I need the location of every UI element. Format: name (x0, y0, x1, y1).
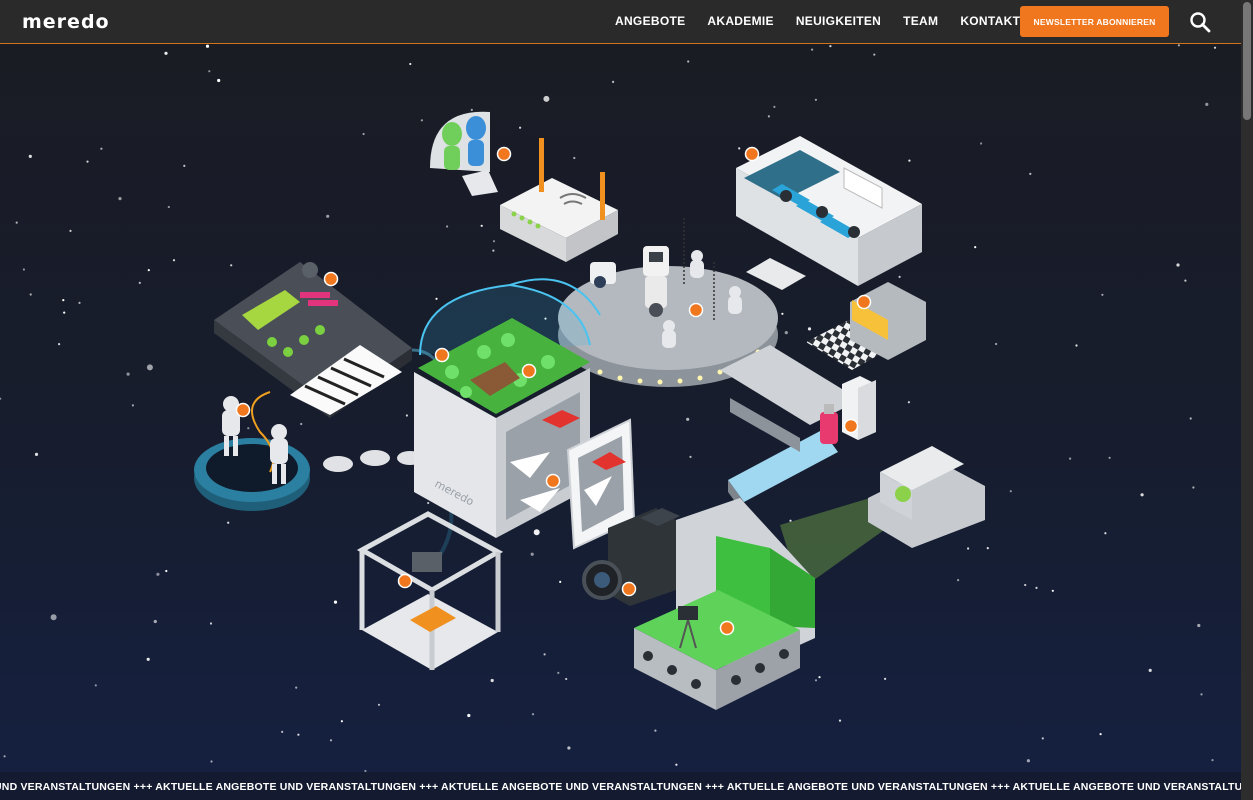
hotspot-alien-pod[interactable] (496, 146, 512, 162)
logo[interactable]: meredo (22, 11, 110, 33)
nav-angebote[interactable]: ANGEBOTE (615, 14, 685, 28)
hotspot-camera[interactable] (621, 581, 637, 597)
hotspot-greenhouse[interactable] (434, 347, 450, 363)
alien-pod (430, 111, 498, 196)
ticker-text: UND VERANSTALTUNGEN +++ AKTUELLE ANGEBOT… (0, 781, 1241, 793)
synthesizer (214, 262, 412, 418)
hotspot-synthesizer[interactable] (323, 271, 339, 287)
nav-kontakt[interactable]: KONTAKT (960, 14, 1020, 28)
teleport-pad (194, 391, 310, 511)
hotspot-classroom[interactable] (744, 146, 760, 162)
newsletter-button[interactable]: NEWSLETTER ABONNIEREN (1020, 6, 1169, 37)
page-scrollbar[interactable] (1241, 0, 1253, 800)
nav-neuigkeiten[interactable]: NEUIGKEITEN (796, 14, 881, 28)
nav-team[interactable]: TEAM (903, 14, 938, 28)
scrollbar-thumb[interactable] (1243, 2, 1251, 120)
3d-printer (356, 511, 504, 670)
hotspot-fridge[interactable] (843, 418, 859, 434)
hotspot-green-screen[interactable] (719, 620, 735, 636)
wifi-router (500, 138, 618, 262)
walkway (720, 345, 860, 514)
site-header: meredo ANGEBOTE AKADEMIE NEUIGKEITEN TEA… (0, 0, 1241, 44)
news-ticker[interactable]: UND VERANSTALTUNGEN +++ AKTUELLE ANGEBOT… (0, 772, 1241, 800)
hotspot-space-station[interactable] (688, 302, 704, 318)
hotspot-kitchen[interactable] (856, 294, 872, 310)
hotspot-3d-printer[interactable] (397, 573, 413, 589)
hotspot-garden[interactable] (521, 363, 537, 379)
main-nav: ANGEBOTE AKADEMIE NEUIGKEITEN TEAM KONTA… (615, 14, 1042, 28)
nav-akademie[interactable]: AKADEMIE (707, 14, 773, 28)
hotspot-meredo-box[interactable] (545, 473, 561, 489)
isometric-illustration: meredo (194, 111, 985, 710)
space-scene: meredo (0, 44, 1241, 772)
stepping-pads (323, 450, 423, 472)
projector (868, 446, 985, 548)
classroom (736, 136, 922, 290)
hotspot-teleport[interactable] (235, 402, 251, 418)
robot (643, 246, 669, 317)
search-icon[interactable] (1189, 11, 1211, 33)
